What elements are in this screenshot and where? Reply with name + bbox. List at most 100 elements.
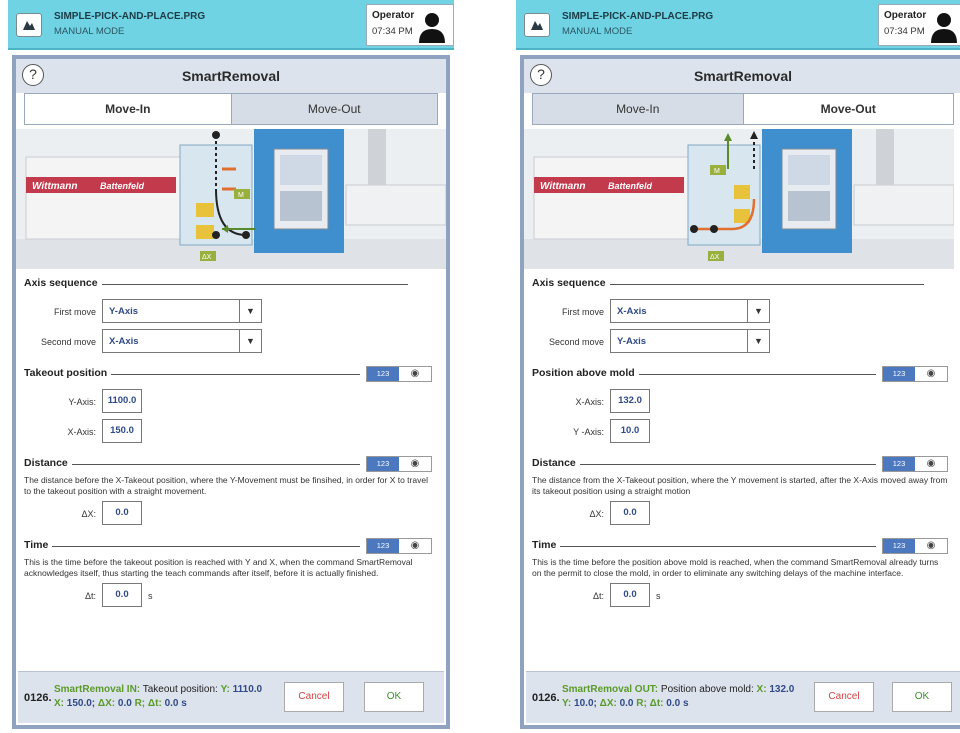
- tab-move-in[interactable]: Move-In: [533, 94, 743, 124]
- axis-sequence-section: Axis sequence: [532, 277, 954, 291]
- summary-param: ΔX:: [97, 698, 116, 709]
- marker-m: M: [714, 168, 720, 175]
- dialog-titlebar: ? SmartRemoval: [524, 59, 960, 93]
- settings-content: Axis sequence First move X-Axis ▼ Second…: [524, 271, 960, 665]
- tab-move-out[interactable]: Move-Out: [742, 94, 953, 124]
- delta-x-input[interactable]: 0.0: [102, 501, 142, 525]
- second-move-select[interactable]: X-Axis ▼: [102, 329, 262, 353]
- delta-x-input[interactable]: 0.0: [610, 501, 650, 525]
- numeric-mode-button[interactable]: 123: [367, 539, 399, 553]
- program-name: SIMPLE-PICK-AND-PLACE.PRG: [54, 11, 206, 22]
- app-logo-icon[interactable]: [524, 13, 550, 37]
- distance-input-toggle[interactable]: 123 ◉: [366, 456, 432, 472]
- delta-t-label: Δt:: [592, 591, 604, 601]
- summary-param: Y:: [562, 698, 572, 709]
- first-move-label: First move: [561, 307, 604, 317]
- summary-param: Δt:: [649, 698, 664, 709]
- command-summary-line2: X: 150.0; ΔX: 0.0 R; Δt: 0.0 s: [54, 698, 187, 709]
- time-section: Time 123 ◉: [24, 538, 438, 554]
- summary-value: 1110.0: [232, 684, 263, 695]
- axis-sequence-section: Axis sequence: [24, 277, 438, 291]
- brand-wittmann: Wittmann: [32, 181, 77, 192]
- position-section: Takeout position 123 ◉: [24, 366, 438, 382]
- position-b-input[interactable]: 150.0: [102, 419, 142, 443]
- status-header: SIMPLE-PICK-AND-PLACE.PRG MANUAL MODE Op…: [8, 0, 454, 50]
- summary-param: ΔX:: [599, 698, 617, 709]
- smartremoval-dialog: ? SmartRemoval Move-In Move-Out Wittmann…: [520, 55, 960, 729]
- first-move-select[interactable]: Y-Axis ▼: [102, 299, 262, 323]
- target-icon[interactable]: ◉: [399, 457, 431, 471]
- command-desc: Position above mold:: [660, 684, 754, 695]
- target-icon[interactable]: ◉: [915, 539, 947, 553]
- position-input-toggle[interactable]: 123 ◉: [882, 366, 948, 382]
- summary-suffix: R;: [636, 698, 647, 709]
- first-move-label: First move: [53, 307, 96, 317]
- numeric-mode-button[interactable]: 123: [883, 367, 915, 381]
- tab-bar: Move-In Move-Out: [532, 93, 954, 125]
- summary-value: 132.0: [769, 684, 795, 695]
- dropdown-arrow-icon: ▼: [239, 330, 261, 352]
- delta-x-label: ΔX:: [81, 509, 96, 519]
- numeric-mode-button[interactable]: 123: [367, 457, 399, 471]
- summary-value: 0.0: [117, 698, 132, 709]
- position-heading: Position above mold: [532, 367, 639, 379]
- time-description: This is the time before the position abo…: [532, 557, 939, 578]
- ok-button[interactable]: OK: [364, 682, 424, 712]
- numeric-mode-button[interactable]: 123: [367, 367, 399, 381]
- machine-mode: MANUAL MODE: [562, 26, 633, 37]
- tab-move-in[interactable]: Move-In: [25, 94, 231, 124]
- second-move-select[interactable]: Y-Axis ▼: [610, 329, 770, 353]
- position-a-input[interactable]: 1100.0: [102, 389, 142, 413]
- time-section: Time 123 ◉: [532, 538, 954, 554]
- dialog-titlebar: ? SmartRemoval: [16, 59, 446, 93]
- summary-value: 0.0: [164, 698, 179, 709]
- tab-bar: Move-In Move-Out: [24, 93, 438, 125]
- time-input-toggle[interactable]: 123 ◉: [366, 538, 432, 554]
- summary-param: Y:: [220, 684, 230, 695]
- dropdown-arrow-icon: ▼: [747, 330, 769, 352]
- delta-t-unit: s: [656, 591, 661, 601]
- settings-content: Axis sequence First move Y-Axis ▼ Second…: [16, 271, 446, 665]
- ok-button[interactable]: OK: [892, 682, 952, 712]
- target-icon[interactable]: ◉: [915, 457, 947, 471]
- numeric-mode-button[interactable]: 123: [883, 539, 915, 553]
- second-move-label: Second move: [548, 337, 604, 347]
- position-input-toggle[interactable]: 123 ◉: [366, 366, 432, 382]
- position-a-label: Y-Axis:: [68, 397, 96, 407]
- delta-t-input[interactable]: 0.0: [610, 583, 650, 607]
- distance-input-toggle[interactable]: 123 ◉: [882, 456, 948, 472]
- target-icon[interactable]: ◉: [399, 367, 431, 381]
- first-move-select[interactable]: X-Axis ▼: [610, 299, 770, 323]
- dialog-title: SmartRemoval: [181, 68, 281, 84]
- target-icon[interactable]: ◉: [915, 367, 947, 381]
- tab-move-out[interactable]: Move-Out: [230, 94, 437, 124]
- cancel-button[interactable]: Cancel: [814, 682, 874, 712]
- position-heading: Takeout position: [24, 367, 112, 379]
- app-logo-icon[interactable]: [16, 13, 42, 37]
- time-heading: Time: [24, 539, 53, 551]
- clock: 07:34 PM: [372, 26, 413, 37]
- time-input-toggle[interactable]: 123 ◉: [882, 538, 948, 554]
- position-b-input[interactable]: 10.0: [610, 419, 650, 443]
- brand-battenfeld: Battenfeld: [608, 181, 653, 191]
- delta-t-input[interactable]: 0.0: [102, 583, 142, 607]
- position-a-input[interactable]: 132.0: [610, 389, 650, 413]
- user-panel[interactable]: Operator 07:34 PM: [366, 4, 454, 46]
- target-icon[interactable]: ◉: [399, 539, 431, 553]
- second-move-value: Y-Axis: [617, 336, 647, 347]
- user-panel[interactable]: Operator 07:34 PM: [878, 4, 960, 46]
- summary-value: 150.0;: [66, 698, 96, 709]
- time-description: This is the time before the takeout posi…: [24, 557, 413, 578]
- position-a-label: X-Axis:: [575, 397, 604, 407]
- summary-param: Δt:: [147, 698, 162, 709]
- machine-mode: MANUAL MODE: [54, 26, 125, 37]
- marker-dx: ΔX: [710, 254, 720, 261]
- user-avatar-icon: [931, 13, 957, 43]
- distance-heading: Distance: [532, 457, 580, 469]
- cancel-button[interactable]: Cancel: [284, 682, 344, 712]
- summary-unit: s: [682, 698, 689, 709]
- numeric-mode-button[interactable]: 123: [883, 457, 915, 471]
- second-move-value: X-Axis: [109, 336, 139, 347]
- command-number: 0126.: [532, 692, 560, 704]
- command-number: 0126.: [24, 692, 52, 704]
